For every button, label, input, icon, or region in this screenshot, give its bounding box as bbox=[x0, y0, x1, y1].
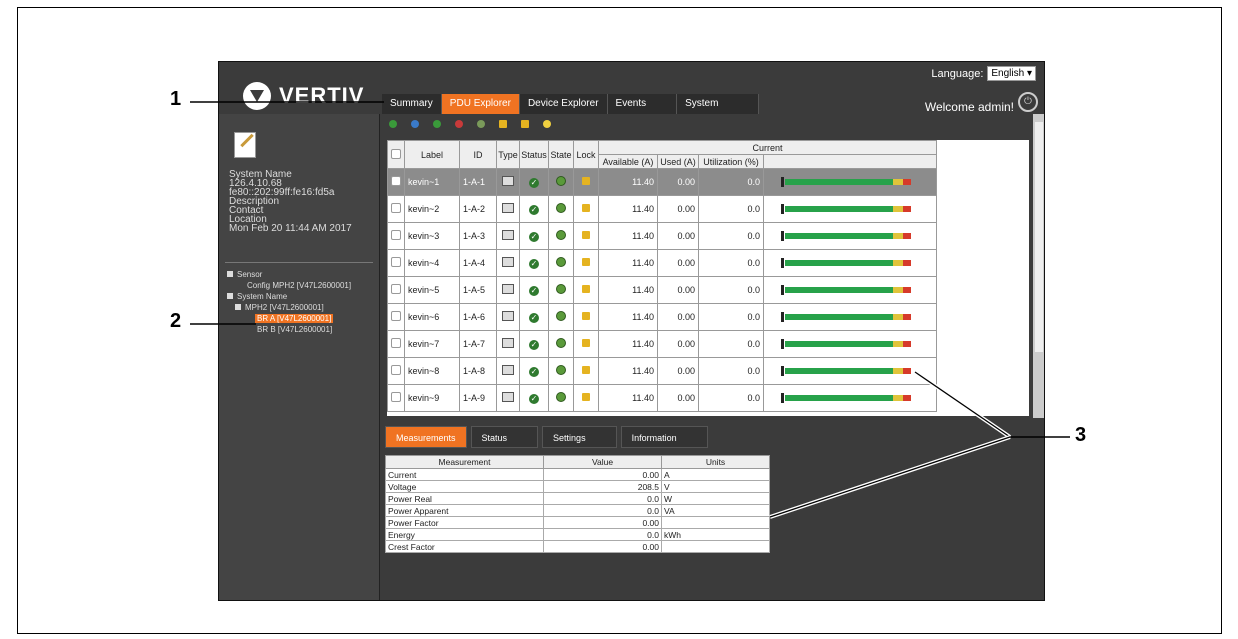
callout-lines bbox=[190, 101, 1070, 519]
callout-1: 1 bbox=[170, 88, 182, 110]
callout-3: 3 bbox=[1075, 424, 1087, 446]
callout-2: 2 bbox=[170, 310, 182, 332]
